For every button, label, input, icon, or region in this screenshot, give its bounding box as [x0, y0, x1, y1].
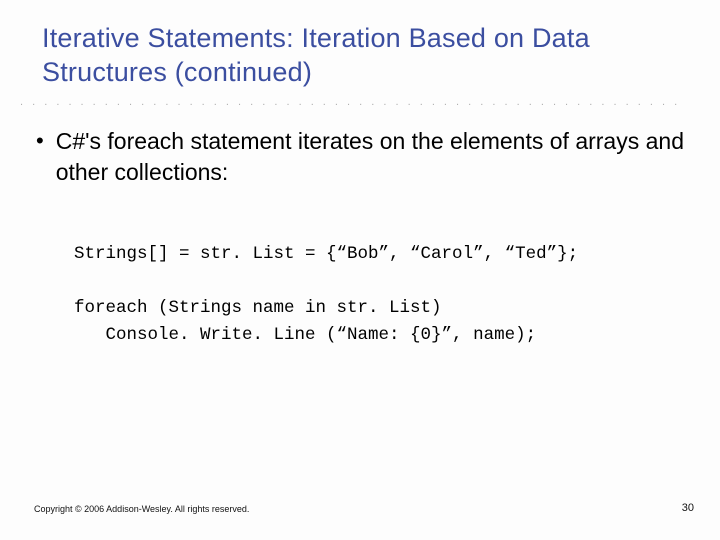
bullet-item: • C#'s foreach statement iterates on the…: [34, 126, 686, 188]
code-line-3: Console. Write. Line (“Name: {0}”, name)…: [74, 325, 536, 345]
slide-title: Iterative Statements: Iteration Based on…: [42, 22, 686, 90]
code-block: Strings[] = str. List = {“Bob”, “Carol”,…: [74, 214, 686, 350]
slide: Iterative Statements: Iteration Based on…: [0, 0, 720, 540]
title-divider-dots: . . . . . . . . . . . . . . . . . . . . …: [20, 96, 686, 108]
bullet-text: C#'s foreach statement iterates on the e…: [56, 126, 686, 188]
code-line-1: Strings[] = str. List = {“Bob”, “Carol”,…: [74, 244, 578, 264]
page-number: 30: [682, 502, 694, 514]
code-line-2: foreach (Strings name in str. List): [74, 298, 442, 318]
copyright-footer: Copyright © 2006 Addison-Wesley. All rig…: [34, 504, 249, 514]
bullet-marker: •: [36, 126, 44, 156]
